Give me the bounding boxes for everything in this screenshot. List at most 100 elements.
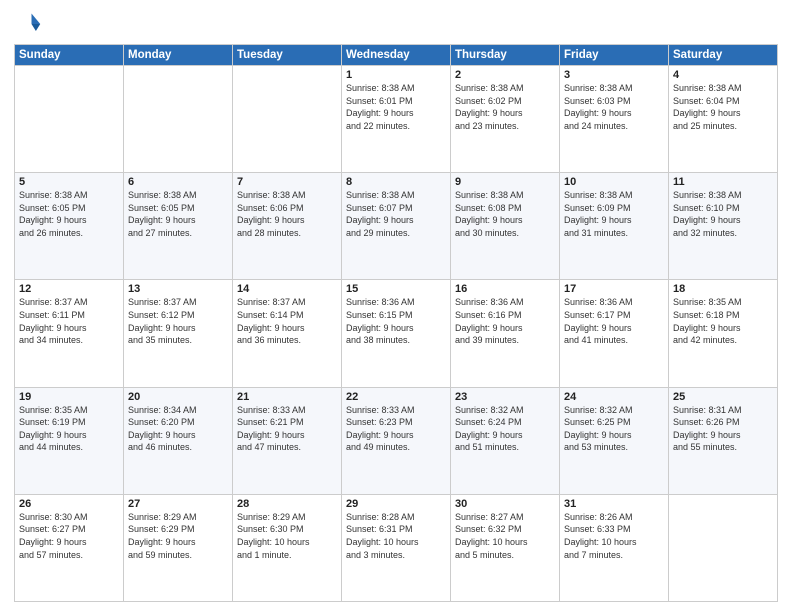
calendar-cell: [15, 66, 124, 173]
calendar-cell: 7Sunrise: 8:38 AM Sunset: 6:06 PM Daylig…: [233, 173, 342, 280]
calendar-cell: 14Sunrise: 8:37 AM Sunset: 6:14 PM Dayli…: [233, 280, 342, 387]
day-info: Sunrise: 8:26 AM Sunset: 6:33 PM Dayligh…: [564, 511, 664, 561]
day-number: 7: [237, 176, 337, 188]
weekday-header: Tuesday: [233, 45, 342, 66]
calendar-week-row: 19Sunrise: 8:35 AM Sunset: 6:19 PM Dayli…: [15, 387, 778, 494]
day-info: Sunrise: 8:38 AM Sunset: 6:01 PM Dayligh…: [346, 82, 446, 132]
day-info: Sunrise: 8:30 AM Sunset: 6:27 PM Dayligh…: [19, 511, 119, 561]
day-number: 13: [128, 283, 228, 295]
calendar-cell: 22Sunrise: 8:33 AM Sunset: 6:23 PM Dayli…: [342, 387, 451, 494]
day-number: 9: [455, 176, 555, 188]
calendar-cell: 23Sunrise: 8:32 AM Sunset: 6:24 PM Dayli…: [451, 387, 560, 494]
calendar-cell: 29Sunrise: 8:28 AM Sunset: 6:31 PM Dayli…: [342, 494, 451, 601]
logo: [14, 10, 46, 38]
calendar-cell: 12Sunrise: 8:37 AM Sunset: 6:11 PM Dayli…: [15, 280, 124, 387]
calendar-cell: 21Sunrise: 8:33 AM Sunset: 6:21 PM Dayli…: [233, 387, 342, 494]
day-number: 28: [237, 498, 337, 510]
day-info: Sunrise: 8:36 AM Sunset: 6:15 PM Dayligh…: [346, 296, 446, 346]
day-number: 30: [455, 498, 555, 510]
day-info: Sunrise: 8:31 AM Sunset: 6:26 PM Dayligh…: [673, 404, 773, 454]
calendar-week-row: 5Sunrise: 8:38 AM Sunset: 6:05 PM Daylig…: [15, 173, 778, 280]
day-info: Sunrise: 8:38 AM Sunset: 6:02 PM Dayligh…: [455, 82, 555, 132]
day-info: Sunrise: 8:33 AM Sunset: 6:23 PM Dayligh…: [346, 404, 446, 454]
day-info: Sunrise: 8:35 AM Sunset: 6:19 PM Dayligh…: [19, 404, 119, 454]
calendar-cell: [124, 66, 233, 173]
calendar-cell: 17Sunrise: 8:36 AM Sunset: 6:17 PM Dayli…: [560, 280, 669, 387]
calendar-cell: 30Sunrise: 8:27 AM Sunset: 6:32 PM Dayli…: [451, 494, 560, 601]
weekday-header: Sunday: [15, 45, 124, 66]
day-info: Sunrise: 8:35 AM Sunset: 6:18 PM Dayligh…: [673, 296, 773, 346]
day-number: 16: [455, 283, 555, 295]
calendar-table: SundayMondayTuesdayWednesdayThursdayFrid…: [14, 44, 778, 602]
day-info: Sunrise: 8:38 AM Sunset: 6:05 PM Dayligh…: [128, 189, 228, 239]
calendar-cell: [669, 494, 778, 601]
calendar-cell: 25Sunrise: 8:31 AM Sunset: 6:26 PM Dayli…: [669, 387, 778, 494]
day-number: 14: [237, 283, 337, 295]
logo-icon: [14, 10, 42, 38]
day-info: Sunrise: 8:36 AM Sunset: 6:16 PM Dayligh…: [455, 296, 555, 346]
day-number: 22: [346, 391, 446, 403]
weekday-header: Wednesday: [342, 45, 451, 66]
day-number: 11: [673, 176, 773, 188]
day-number: 26: [19, 498, 119, 510]
day-info: Sunrise: 8:27 AM Sunset: 6:32 PM Dayligh…: [455, 511, 555, 561]
calendar-cell: 13Sunrise: 8:37 AM Sunset: 6:12 PM Dayli…: [124, 280, 233, 387]
calendar-cell: 5Sunrise: 8:38 AM Sunset: 6:05 PM Daylig…: [15, 173, 124, 280]
calendar-cell: 18Sunrise: 8:35 AM Sunset: 6:18 PM Dayli…: [669, 280, 778, 387]
calendar-cell: 31Sunrise: 8:26 AM Sunset: 6:33 PM Dayli…: [560, 494, 669, 601]
day-info: Sunrise: 8:33 AM Sunset: 6:21 PM Dayligh…: [237, 404, 337, 454]
day-number: 4: [673, 69, 773, 81]
day-info: Sunrise: 8:38 AM Sunset: 6:09 PM Dayligh…: [564, 189, 664, 239]
calendar-cell: 8Sunrise: 8:38 AM Sunset: 6:07 PM Daylig…: [342, 173, 451, 280]
day-number: 12: [19, 283, 119, 295]
day-info: Sunrise: 8:32 AM Sunset: 6:24 PM Dayligh…: [455, 404, 555, 454]
day-number: 20: [128, 391, 228, 403]
calendar-cell: 20Sunrise: 8:34 AM Sunset: 6:20 PM Dayli…: [124, 387, 233, 494]
day-info: Sunrise: 8:37 AM Sunset: 6:12 PM Dayligh…: [128, 296, 228, 346]
day-number: 8: [346, 176, 446, 188]
day-number: 23: [455, 391, 555, 403]
day-number: 6: [128, 176, 228, 188]
day-number: 18: [673, 283, 773, 295]
day-number: 25: [673, 391, 773, 403]
calendar-cell: 26Sunrise: 8:30 AM Sunset: 6:27 PM Dayli…: [15, 494, 124, 601]
day-info: Sunrise: 8:38 AM Sunset: 6:04 PM Dayligh…: [673, 82, 773, 132]
calendar-header-row: SundayMondayTuesdayWednesdayThursdayFrid…: [15, 45, 778, 66]
day-info: Sunrise: 8:38 AM Sunset: 6:07 PM Dayligh…: [346, 189, 446, 239]
weekday-header: Monday: [124, 45, 233, 66]
day-info: Sunrise: 8:34 AM Sunset: 6:20 PM Dayligh…: [128, 404, 228, 454]
calendar-cell: 3Sunrise: 8:38 AM Sunset: 6:03 PM Daylig…: [560, 66, 669, 173]
calendar-cell: 9Sunrise: 8:38 AM Sunset: 6:08 PM Daylig…: [451, 173, 560, 280]
calendar-cell: 10Sunrise: 8:38 AM Sunset: 6:09 PM Dayli…: [560, 173, 669, 280]
calendar-cell: 16Sunrise: 8:36 AM Sunset: 6:16 PM Dayli…: [451, 280, 560, 387]
calendar-cell: 6Sunrise: 8:38 AM Sunset: 6:05 PM Daylig…: [124, 173, 233, 280]
day-info: Sunrise: 8:29 AM Sunset: 6:30 PM Dayligh…: [237, 511, 337, 561]
calendar-cell: 27Sunrise: 8:29 AM Sunset: 6:29 PM Dayli…: [124, 494, 233, 601]
weekday-header: Saturday: [669, 45, 778, 66]
day-info: Sunrise: 8:37 AM Sunset: 6:11 PM Dayligh…: [19, 296, 119, 346]
day-number: 27: [128, 498, 228, 510]
day-info: Sunrise: 8:36 AM Sunset: 6:17 PM Dayligh…: [564, 296, 664, 346]
day-info: Sunrise: 8:28 AM Sunset: 6:31 PM Dayligh…: [346, 511, 446, 561]
calendar-cell: 4Sunrise: 8:38 AM Sunset: 6:04 PM Daylig…: [669, 66, 778, 173]
weekday-header: Friday: [560, 45, 669, 66]
day-number: 1: [346, 69, 446, 81]
calendar-week-row: 12Sunrise: 8:37 AM Sunset: 6:11 PM Dayli…: [15, 280, 778, 387]
day-info: Sunrise: 8:38 AM Sunset: 6:06 PM Dayligh…: [237, 189, 337, 239]
day-number: 5: [19, 176, 119, 188]
day-number: 17: [564, 283, 664, 295]
day-info: Sunrise: 8:32 AM Sunset: 6:25 PM Dayligh…: [564, 404, 664, 454]
day-number: 29: [346, 498, 446, 510]
page: SundayMondayTuesdayWednesdayThursdayFrid…: [0, 0, 792, 612]
calendar-week-row: 26Sunrise: 8:30 AM Sunset: 6:27 PM Dayli…: [15, 494, 778, 601]
day-info: Sunrise: 8:38 AM Sunset: 6:08 PM Dayligh…: [455, 189, 555, 239]
calendar-cell: 15Sunrise: 8:36 AM Sunset: 6:15 PM Dayli…: [342, 280, 451, 387]
day-info: Sunrise: 8:38 AM Sunset: 6:10 PM Dayligh…: [673, 189, 773, 239]
header: [14, 10, 778, 38]
calendar-cell: 1Sunrise: 8:38 AM Sunset: 6:01 PM Daylig…: [342, 66, 451, 173]
day-info: Sunrise: 8:38 AM Sunset: 6:05 PM Dayligh…: [19, 189, 119, 239]
day-number: 24: [564, 391, 664, 403]
day-number: 21: [237, 391, 337, 403]
day-info: Sunrise: 8:37 AM Sunset: 6:14 PM Dayligh…: [237, 296, 337, 346]
calendar-cell: 24Sunrise: 8:32 AM Sunset: 6:25 PM Dayli…: [560, 387, 669, 494]
